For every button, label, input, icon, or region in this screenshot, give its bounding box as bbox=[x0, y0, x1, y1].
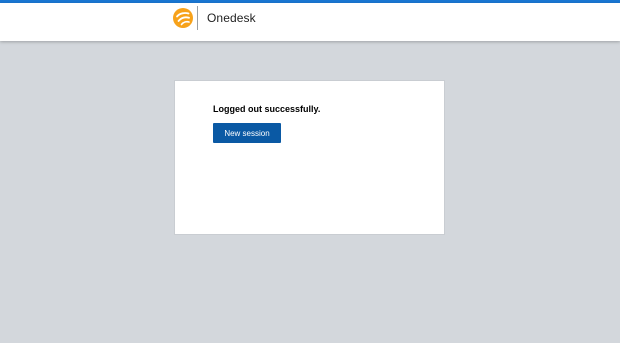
logout-message: Logged out successfully. bbox=[213, 104, 321, 114]
turkcell-logo-icon bbox=[173, 8, 193, 28]
logout-card: Logged out successfully. New session bbox=[174, 80, 445, 235]
brand-name: Onedesk bbox=[207, 11, 256, 25]
brand-divider bbox=[197, 6, 198, 30]
new-session-button[interactable]: New session bbox=[213, 123, 281, 143]
app-header: Onedesk bbox=[0, 3, 620, 41]
brand: Onedesk bbox=[173, 5, 256, 31]
